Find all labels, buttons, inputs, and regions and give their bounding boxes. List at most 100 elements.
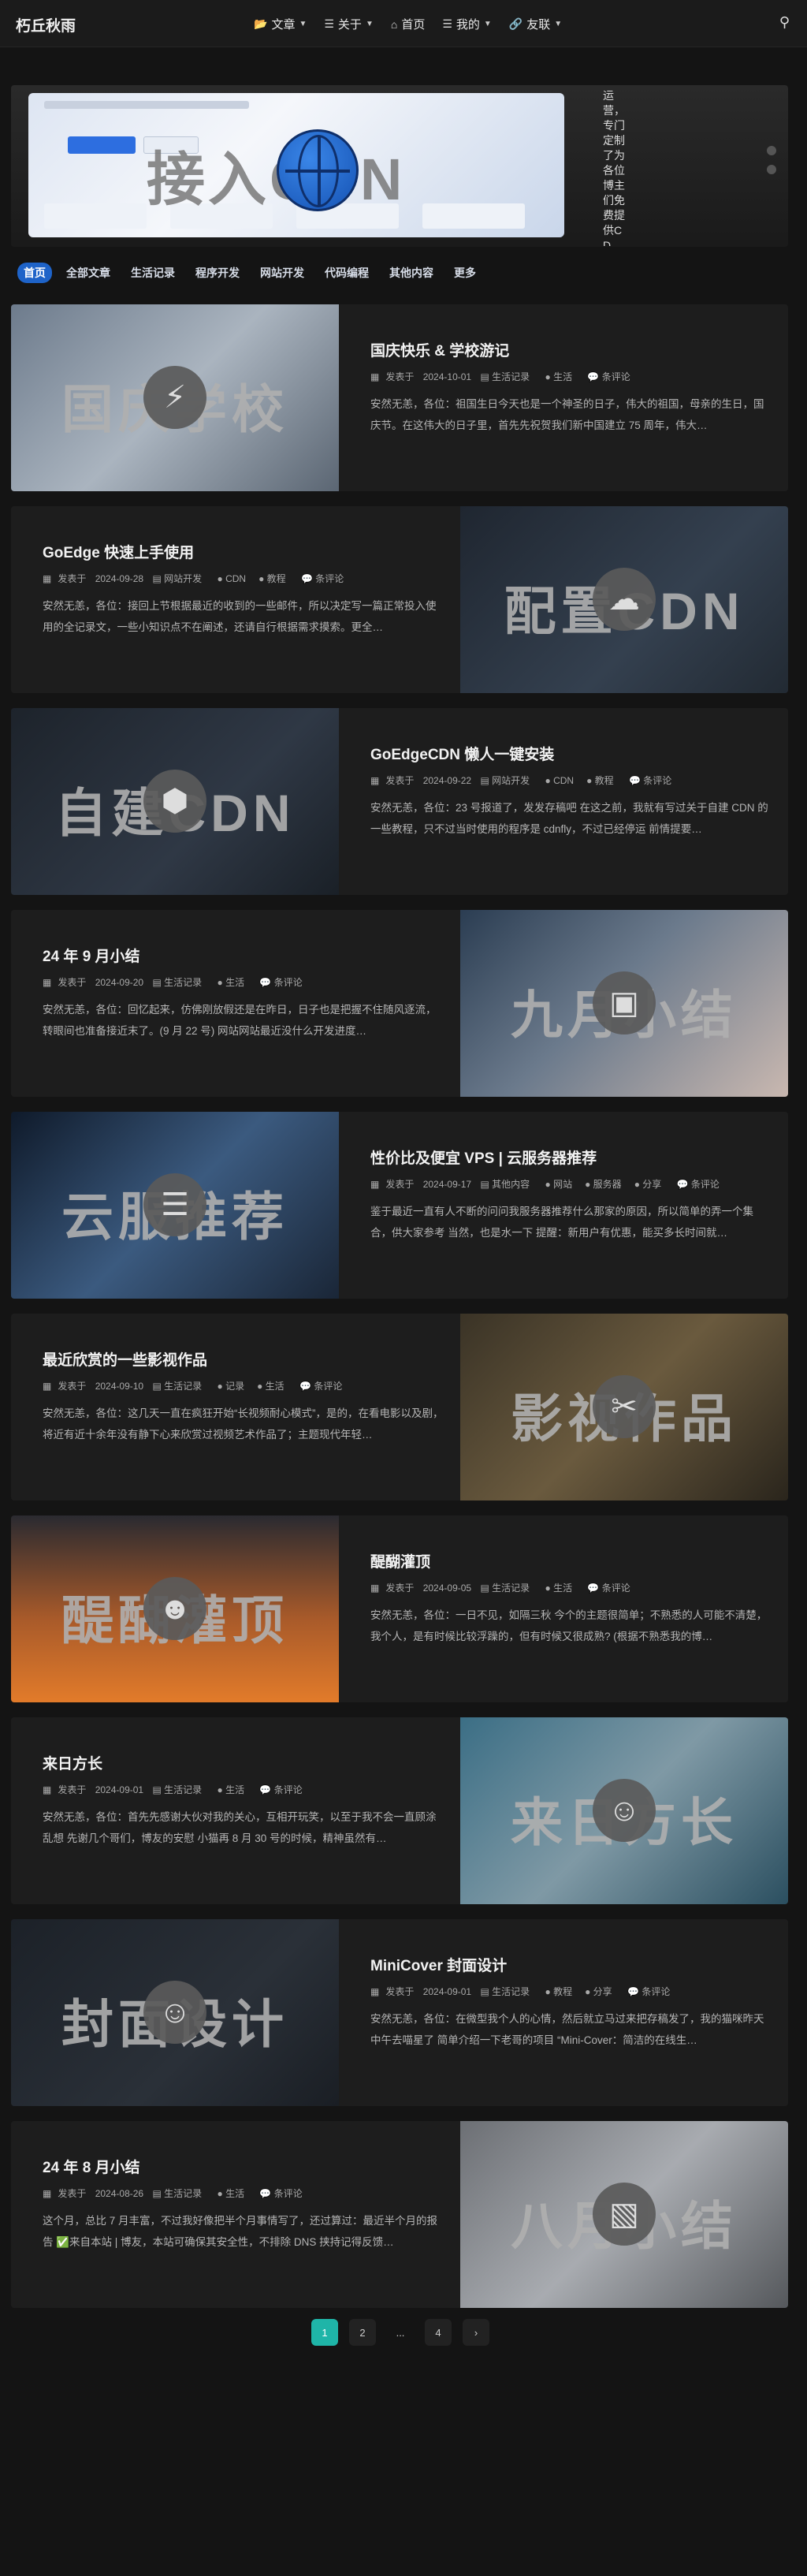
search-icon[interactable]: ⚲ xyxy=(779,14,790,31)
category[interactable]: ▤ 网站开发 xyxy=(480,775,536,786)
post-title[interactable]: 国庆快乐 & 学校游记 xyxy=(370,339,772,360)
page-ellipsis: ... xyxy=(396,2326,405,2339)
comments[interactable]: 💬 条评论 xyxy=(629,775,678,786)
category[interactable]: ▤ 生活记录 xyxy=(480,1986,536,1997)
post-title[interactable]: MiniCover 封面设计 xyxy=(370,1954,772,1975)
published-label: 发表于 xyxy=(385,371,415,382)
post-meta: ▦ 发表于 2024-10-01 ▤ 生活记录 ● 生活 💬 条评论 xyxy=(370,370,772,384)
hero-banner[interactable]: 接入CDN xyxy=(11,85,788,247)
post-cover[interactable]: 国庆学校 ⚡ xyxy=(11,304,339,491)
tab-program[interactable]: 程序开发 xyxy=(189,263,246,283)
tag[interactable]: ● 生活 xyxy=(217,977,251,988)
nav-item-about[interactable]: ☰ 关于 ▼ xyxy=(324,16,373,32)
folder-icon: 📂 xyxy=(254,17,268,30)
category[interactable]: ▤ 网站开发 xyxy=(152,573,208,584)
page-2[interactable]: 2 xyxy=(349,2319,376,2346)
post-title[interactable]: 24 年 8 月小结 xyxy=(43,2156,444,2177)
post-title[interactable]: 24 年 9 月小结 xyxy=(43,945,444,966)
category[interactable]: ▤ 生活记录 xyxy=(152,977,208,988)
nav-item-articles[interactable]: 📂 文章 ▼ xyxy=(254,16,307,32)
post-title[interactable]: GoEdgeCDN 懒人一键安装 xyxy=(370,743,772,764)
nav-label: 我的 xyxy=(456,18,480,32)
category[interactable]: ▤ 生活记录 xyxy=(480,1583,536,1594)
tag[interactable]: ● CDN xyxy=(545,775,580,786)
tab-all-articles[interactable]: 全部文章 xyxy=(60,263,117,283)
post-cover[interactable]: 封面设计 ☺ xyxy=(11,1919,339,2106)
page-1[interactable]: 1 xyxy=(311,2319,338,2346)
post-date: 2024-09-17 xyxy=(422,1179,472,1190)
post-cover[interactable]: 云服推荐 ☰ xyxy=(11,1112,339,1299)
tag[interactable]: ● 教程 xyxy=(586,775,620,786)
site-logo[interactable]: 朽丘秋雨 xyxy=(16,14,76,35)
post-card[interactable]: 九月小结 ▣ 24 年 9 月小结 ▦ 发表于 2024-09-20 ▤ 生活记录… xyxy=(11,910,788,1097)
tag[interactable]: ● 生活 xyxy=(545,371,578,382)
post-card[interactable]: 配置CDN ☁ GoEdge 快速上手使用 ▦ 发表于 2024-09-28 ▤ … xyxy=(11,506,788,693)
comments[interactable]: 💬 条评论 xyxy=(259,1784,308,1795)
comments[interactable]: 💬 条评论 xyxy=(677,1179,726,1190)
tag[interactable]: ● 服务器 xyxy=(585,1179,628,1190)
tag[interactable]: ● 教程 xyxy=(258,573,292,584)
category[interactable]: ▤ 生活记录 xyxy=(152,1784,208,1795)
post-cover[interactable]: 九月小结 ▣ xyxy=(460,910,788,1097)
tag[interactable]: ● CDN xyxy=(217,573,252,584)
tab-life[interactable]: 生活记录 xyxy=(125,263,181,283)
post-card[interactable]: 醍醐灌顶 ☻ 醍醐灌顶 ▦ 发表于 2024-09-05 ▤ 生活记录 ● 生活 … xyxy=(11,1515,788,1702)
post-card[interactable]: 封面设计 ☺ MiniCover 封面设计 ▦ 发表于 2024-09-01 ▤ … xyxy=(11,1919,788,2106)
nav-item-home[interactable]: ⌂ 首页 xyxy=(391,16,425,32)
published-label: 发表于 xyxy=(58,1381,87,1392)
category[interactable]: ▤ 生活记录 xyxy=(152,1381,208,1392)
comments[interactable]: 💬 条评论 xyxy=(259,2188,308,2199)
comments-label: 条评论 xyxy=(690,1179,720,1190)
tag[interactable]: ● 生活 xyxy=(217,1784,251,1795)
category[interactable]: ▤ 其他内容 xyxy=(480,1179,536,1190)
tag[interactable]: ● 分享 xyxy=(634,1179,668,1190)
tag[interactable]: ● 网站 xyxy=(545,1179,578,1190)
post-title[interactable]: 醍醐灌顶 xyxy=(370,1550,772,1571)
post-title[interactable]: GoEdge 快速上手使用 xyxy=(43,541,444,562)
post-title[interactable]: 来日方长 xyxy=(43,1752,444,1773)
page-4[interactable]: 4 xyxy=(425,2319,452,2346)
post-card[interactable]: 影视作品 ✂ 最近欣赏的一些影视作品 ▦ 发表于 2024-09-10 ▤ 生活记… xyxy=(11,1314,788,1500)
post-card[interactable]: 来日方长 ☺ 来日方长 ▦ 发表于 2024-09-01 ▤ 生活记录 ● 生活 … xyxy=(11,1717,788,1904)
tag[interactable]: ● 生活 xyxy=(545,1583,578,1594)
tab-home[interactable]: 首页 xyxy=(17,263,52,283)
comments[interactable]: 💬 条评论 xyxy=(299,1381,348,1392)
post-cover[interactable]: 八月小结 ▧ xyxy=(460,2121,788,2308)
post-card[interactable]: 国庆学校 ⚡ 国庆快乐 & 学校游记 ▦ 发表于 2024-10-01 ▤ 生活记… xyxy=(11,304,788,491)
tag[interactable]: ● 生活 xyxy=(257,1381,291,1392)
post-cover[interactable]: 醍醐灌顶 ☻ xyxy=(11,1515,339,1702)
category[interactable]: ▤ 生活记录 xyxy=(480,371,536,382)
nav-item-friends[interactable]: 🔗 友联 ▼ xyxy=(509,16,562,32)
tab-website[interactable]: 网站开发 xyxy=(254,263,311,283)
comments[interactable]: 💬 条评论 xyxy=(301,573,350,584)
post-title[interactable]: 性价比及便宜 VPS | 云服务器推荐 xyxy=(370,1146,772,1168)
tag-label: 生活 xyxy=(225,2188,245,2199)
carousel-dots[interactable] xyxy=(767,146,776,174)
comments[interactable]: 💬 条评论 xyxy=(627,1986,676,1997)
nav-item-mine[interactable]: ☰ 我的 ▼ xyxy=(442,16,491,32)
tag[interactable]: ● 记录 xyxy=(217,1381,251,1392)
comments[interactable]: 💬 条评论 xyxy=(587,1583,636,1594)
tag[interactable]: ● 教程 xyxy=(545,1986,578,1997)
calendar-icon: ▦ xyxy=(43,573,52,584)
post-title[interactable]: 最近欣赏的一些影视作品 xyxy=(43,1348,444,1370)
category[interactable]: ▤ 生活记录 xyxy=(152,2188,208,2199)
next-page-button[interactable]: › xyxy=(463,2319,489,2346)
tab-code[interactable]: 代码编程 xyxy=(318,263,375,283)
post-cover[interactable]: 来日方长 ☺ xyxy=(460,1717,788,1904)
tag[interactable]: ● 分享 xyxy=(585,1986,619,1997)
comments[interactable]: 💬 条评论 xyxy=(259,977,308,988)
post-cover[interactable]: 配置CDN ☁ xyxy=(460,506,788,693)
tag[interactable]: ● 生活 xyxy=(217,2188,251,2199)
category-label: 生活记录 xyxy=(164,1784,203,1795)
comments[interactable]: 💬 条评论 xyxy=(587,371,636,382)
post-card[interactable]: 八月小结 ▧ 24 年 8 月小结 ▦ 发表于 2024-08-26 ▤ 生活记录… xyxy=(11,2121,788,2308)
calendar-icon: ▦ xyxy=(370,371,380,382)
post-cover[interactable]: 影视作品 ✂ xyxy=(460,1314,788,1500)
post-card[interactable]: 云服推荐 ☰ 性价比及便宜 VPS | 云服务器推荐 ▦ 发表于 2024-09-… xyxy=(11,1112,788,1299)
post-card[interactable]: 自建CDN ⬢ GoEdgeCDN 懒人一键安装 ▦ 发表于 2024-09-22… xyxy=(11,708,788,895)
tab-more[interactable]: 更多 xyxy=(448,263,482,283)
tab-other[interactable]: 其他内容 xyxy=(383,263,440,283)
comments-label: 条评论 xyxy=(273,1784,303,1795)
post-cover[interactable]: 自建CDN ⬢ xyxy=(11,708,339,895)
